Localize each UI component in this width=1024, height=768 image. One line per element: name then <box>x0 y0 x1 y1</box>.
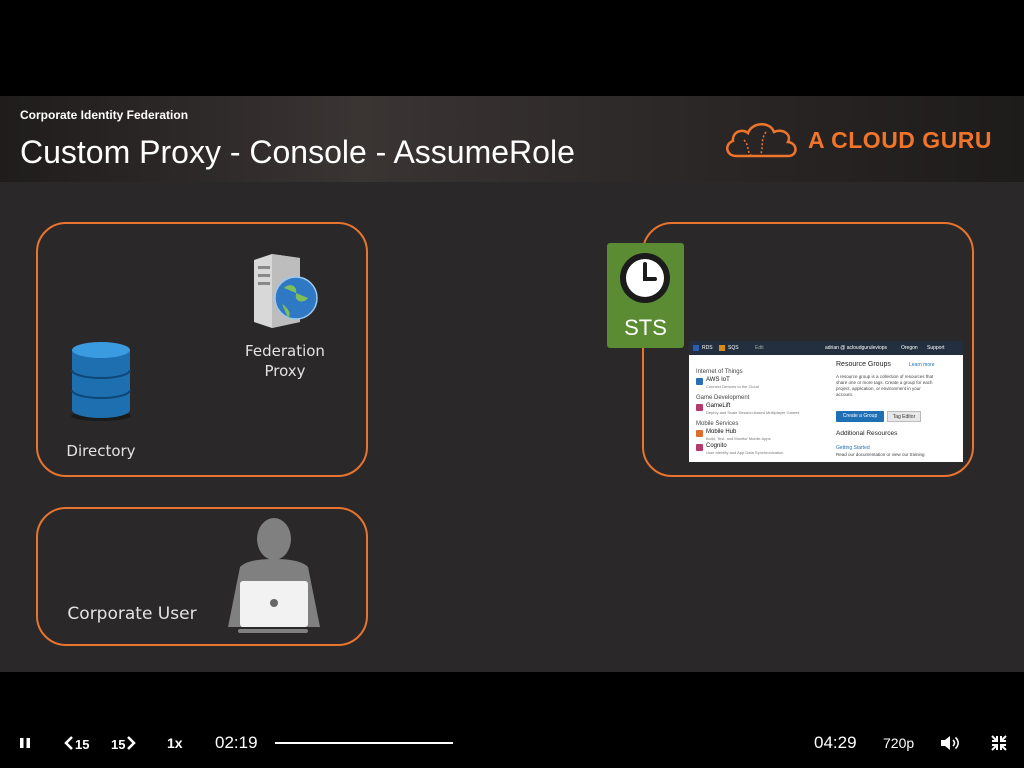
volume-button[interactable] <box>940 735 960 751</box>
corporate-user-label: Corporate User <box>67 604 197 624</box>
pause-button[interactable] <box>18 736 32 750</box>
sts-badge: STS <box>607 243 684 348</box>
exit-fullscreen-icon <box>991 735 1007 751</box>
console-service-desc: Build, Test, and Monitor Mobile Apps <box>706 436 771 441</box>
volume-icon <box>941 736 959 750</box>
clock-icon <box>620 253 670 303</box>
sqs-icon <box>719 345 725 351</box>
resource-groups-description: A resource group is a collection of reso… <box>836 374 934 397</box>
learn-more-link: Learn more <box>909 362 935 368</box>
slide-subtitle: Corporate Identity Federation <box>20 108 189 122</box>
console-nav-edit: Edit <box>755 345 764 351</box>
console-service-desc: User Identity and App Data Synchronizati… <box>706 450 784 455</box>
console-service-item: Mobile Hub <box>706 429 737 435</box>
skip-forward-button[interactable]: 15 <box>111 735 137 752</box>
resource-groups-heading: Resource Groups <box>836 361 891 368</box>
exit-fullscreen-button[interactable] <box>991 735 1007 751</box>
video-player[interactable]: Corporate Identity Federation Custom Pro… <box>0 0 1024 768</box>
slide: Corporate Identity Federation Custom Pro… <box>0 96 1024 672</box>
read-docs-text: Read our documentation or view our train… <box>836 452 925 457</box>
cognito-icon <box>696 444 703 451</box>
playback-speed-button[interactable]: 1x <box>167 735 183 751</box>
mobile-hub-icon <box>696 430 703 437</box>
user-laptop-icon <box>228 518 320 633</box>
slide-title: Custom Proxy - Console - AssumeRole <box>20 134 575 170</box>
console-service-desc: Connect Devices to the Cloud <box>706 384 759 389</box>
duration: 04:29 <box>814 733 857 752</box>
console-service-item: GameLift <box>706 403 731 409</box>
a-cloud-guru-logo: A CLOUD GURU <box>722 118 1002 162</box>
current-time: 02:19 <box>215 733 258 752</box>
cloud-logo-icon <box>726 123 797 158</box>
pause-icon <box>20 738 30 748</box>
directory-label: Directory <box>66 442 136 460</box>
resource-groups-panel: Resource Groups Learn more A resource gr… <box>832 355 962 462</box>
console-top-bar: RDS SQS Edit adrian @ acloudguruleviops … <box>689 341 963 355</box>
federation-proxy-label-line1: Federation <box>245 342 325 360</box>
console-section-title: Internet of Things <box>696 369 743 375</box>
console-nav-support: Support <box>927 345 945 351</box>
slide-header: Corporate Identity Federation Custom Pro… <box>0 96 1024 182</box>
server-globe-icon <box>254 254 318 328</box>
database-icon <box>71 342 131 421</box>
tag-editor-button: Tag Editor <box>887 411 921 422</box>
console-section-title: Mobile Services <box>696 421 739 427</box>
aws-iot-icon <box>696 378 703 385</box>
console-section-title: Game Development <box>696 395 750 401</box>
skip-forward-seconds: 15 <box>111 737 126 752</box>
player-controls: 15 15 1x 02:19 04:29 720p <box>0 717 1024 768</box>
console-nav-user: adrian @ acloudguruleviops <box>825 345 888 351</box>
create-group-button: Create a Group <box>836 411 884 422</box>
federation-proxy-label: Federation Proxy <box>236 341 334 381</box>
console-nav-sqs: SQS <box>728 345 739 351</box>
console-nav-rds: RDS <box>702 345 713 351</box>
federation-proxy-label-line2: Proxy <box>264 362 306 380</box>
quality-button[interactable]: 720p <box>883 735 914 751</box>
chevron-left-icon <box>64 736 73 750</box>
logo-text: A CLOUD GURU <box>808 127 993 153</box>
console-service-item: AWS IoT <box>706 377 730 383</box>
chevron-right-icon <box>127 736 136 750</box>
gamelift-icon <box>696 404 703 411</box>
console-service-item: Cognito <box>706 443 727 449</box>
aws-console-screenshot: RDS SQS Edit adrian @ acloudguruleviops … <box>689 341 963 462</box>
getting-started-link: Getting Started <box>836 445 870 451</box>
skip-back-seconds: 15 <box>75 737 90 752</box>
console-nav-region: Oregon <box>901 345 918 351</box>
sts-label: STS <box>624 315 667 340</box>
rds-icon <box>693 345 699 351</box>
additional-resources-heading: Additional Resources <box>836 430 898 437</box>
progress-bar[interactable] <box>275 742 453 744</box>
console-service-desc: Deploy and Scale Session-based Multiplay… <box>706 410 800 415</box>
